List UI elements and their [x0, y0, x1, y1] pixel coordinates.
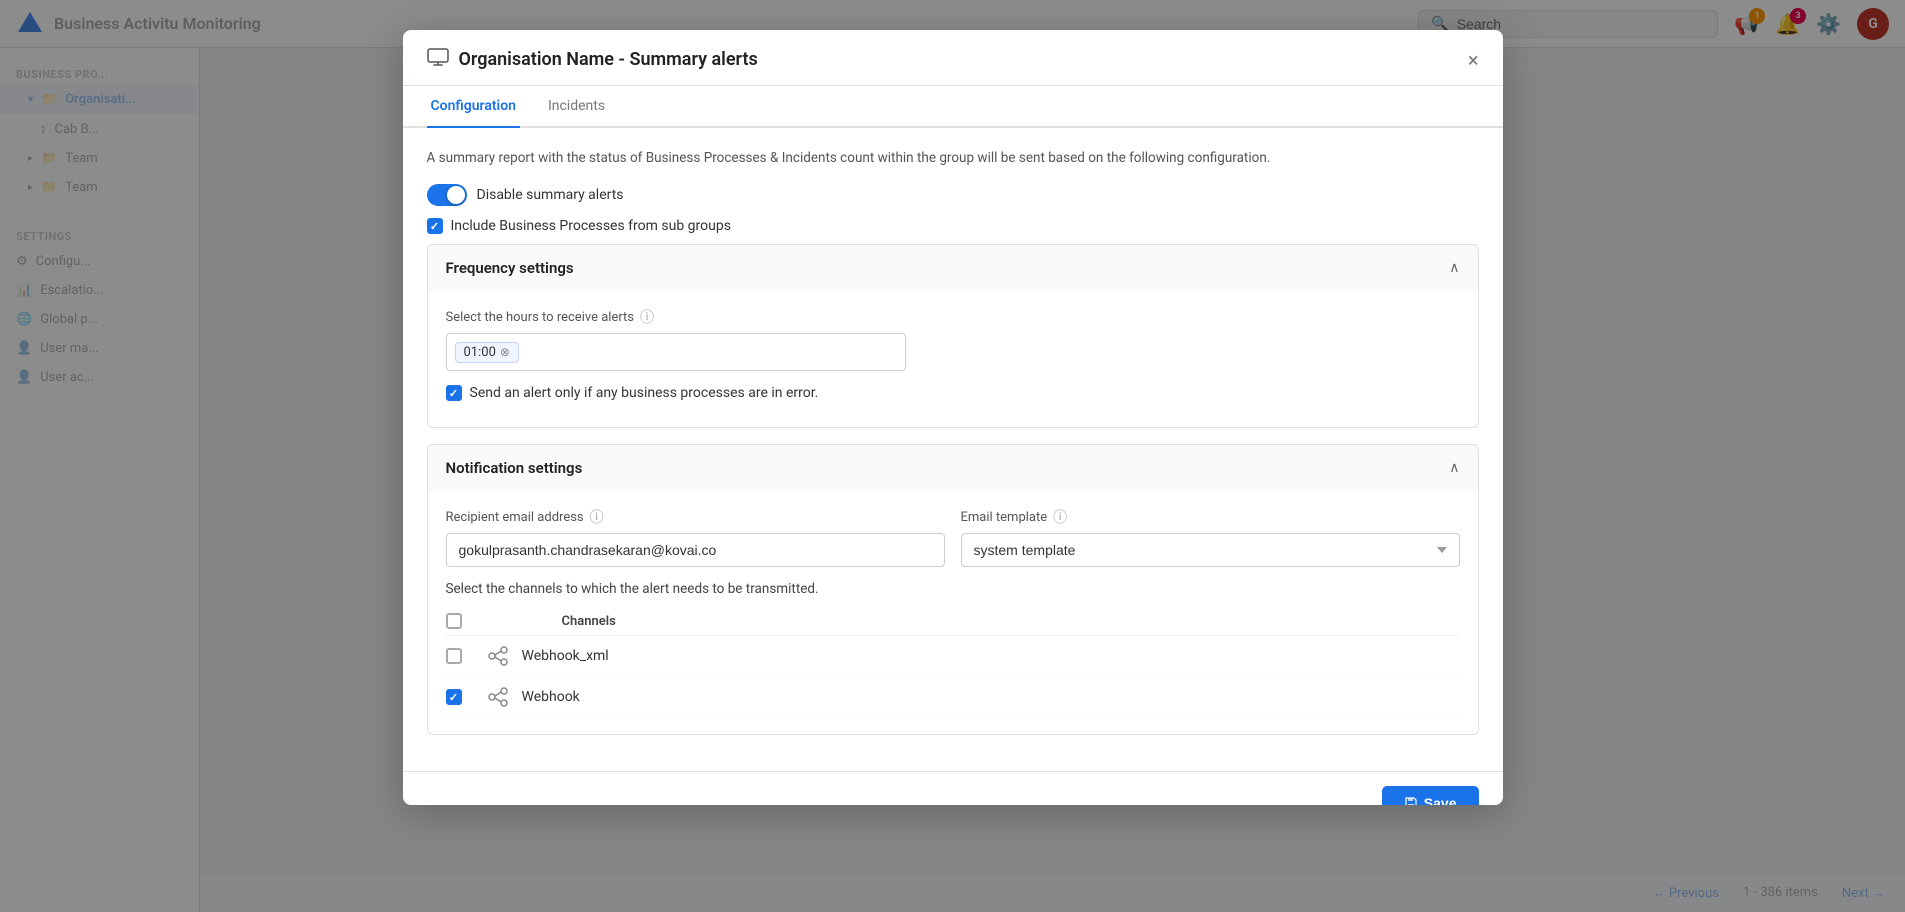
tag-remove-button[interactable]: ⊗	[500, 345, 510, 359]
webhook-xml-checkbox-cell	[446, 648, 486, 664]
recipient-email-input[interactable]	[446, 533, 945, 567]
notification-chevron-icon: ∧	[1449, 460, 1459, 476]
modal-footer: Save	[403, 771, 1503, 805]
webhook-xml-label: Webhook_xml	[522, 648, 1460, 664]
frequency-chevron-icon: ∧	[1449, 260, 1459, 276]
disable-alerts-label: Disable summary alerts	[477, 187, 624, 203]
modal-description: A summary report with the status of Busi…	[427, 148, 1479, 168]
include-subgroups-checkbox[interactable]: ✓	[427, 218, 443, 234]
notification-section-title: Notification settings	[446, 459, 583, 477]
frequency-section-title: Frequency settings	[446, 259, 574, 277]
include-subgroups-row: ✓ Include Business Processes from sub gr…	[427, 218, 1479, 234]
notification-section-header[interactable]: Notification settings ∧	[428, 445, 1478, 491]
modal-header: Organisation Name - Summary alerts ×	[403, 30, 1503, 86]
modal-close-button[interactable]: ×	[1468, 50, 1479, 70]
channels-header-row: Channels	[446, 607, 1460, 636]
channels-select-all-checkbox[interactable]	[446, 613, 462, 629]
checkmark-icon-3: ✓	[449, 691, 458, 704]
hours-tag-input[interactable]: 01:00 ⊗	[446, 333, 906, 371]
email-template-select[interactable]: system template	[961, 533, 1460, 567]
webhook-icon-cell	[486, 685, 522, 709]
notification-section: Notification settings ∧ Recipient email …	[427, 444, 1479, 735]
modal-save-button[interactable]: Save	[1382, 786, 1479, 805]
hours-tag: 01:00 ⊗	[455, 342, 519, 363]
template-info-icon[interactable]: ⓘ	[1053, 507, 1067, 527]
alert-only-error-label: Send an alert only if any business proce…	[470, 385, 819, 401]
recipient-form-group: Recipient email address ⓘ	[446, 507, 945, 567]
disable-alerts-row: Disable summary alerts	[427, 184, 1479, 206]
webhook-xml-icon	[486, 644, 510, 668]
checkmark-icon: ✓	[430, 220, 439, 233]
webhook-xml-icon-cell	[486, 644, 522, 668]
channels-header-checkbox-cell	[446, 613, 486, 629]
channel-row-webhook-xml: Webhook_xml	[446, 636, 1460, 677]
modal-body: A summary report with the status of Busi…	[403, 128, 1503, 771]
modal-title: Organisation Name - Summary alerts	[459, 49, 1458, 70]
hours-form-group: Select the hours to receive alerts ⓘ 01:…	[446, 307, 1460, 371]
modal-overlay: Organisation Name - Summary alerts × Con…	[0, 0, 1905, 912]
webhook-label: Webhook	[522, 689, 1460, 705]
disable-alerts-toggle[interactable]	[427, 184, 467, 206]
alert-only-error-checkbox[interactable]: ✓	[446, 385, 462, 401]
webhook-xml-checkbox[interactable]	[446, 648, 462, 664]
save-button-label: Save	[1424, 795, 1457, 805]
webhook-icon	[486, 685, 510, 709]
alert-only-error-row: ✓ Send an alert only if any business pro…	[446, 385, 1460, 401]
save-icon	[1404, 796, 1418, 805]
channels-description: Select the channels to which the alert n…	[446, 581, 1460, 597]
email-template-form-group: Email template ⓘ system template	[961, 507, 1460, 567]
email-template-label: Email template ⓘ	[961, 507, 1460, 527]
toggle-knob	[447, 186, 465, 204]
webhook-checkbox-cell: ✓	[446, 689, 486, 705]
frequency-section-body: Select the hours to receive alerts ⓘ 01:…	[428, 291, 1478, 427]
include-subgroups-label: Include Business Processes from sub grou…	[451, 218, 731, 234]
notification-section-body: Recipient email address ⓘ Email template…	[428, 491, 1478, 734]
frequency-section-header[interactable]: Frequency settings ∧	[428, 245, 1478, 291]
monitor-icon	[427, 48, 449, 71]
webhook-checkbox[interactable]: ✓	[446, 689, 462, 705]
hours-label: Select the hours to receive alerts ⓘ	[446, 307, 1460, 327]
channel-row-webhook: ✓ Webhook	[446, 677, 1460, 718]
checkmark-icon-2: ✓	[449, 387, 458, 400]
hours-info-icon[interactable]: ⓘ	[640, 307, 654, 327]
tab-configuration[interactable]: Configuration	[427, 86, 520, 128]
recipient-label: Recipient email address ⓘ	[446, 507, 945, 527]
channels-header-label: Channels	[486, 614, 1460, 629]
tab-incidents[interactable]: Incidents	[544, 86, 609, 128]
modal-tabs: Configuration Incidents	[403, 86, 1503, 128]
recipient-info-icon[interactable]: ⓘ	[590, 507, 604, 527]
summary-alerts-modal: Organisation Name - Summary alerts × Con…	[403, 30, 1503, 805]
notification-form-row: Recipient email address ⓘ Email template…	[446, 507, 1460, 567]
hours-tag-value: 01:00	[464, 345, 496, 360]
channels-table: Channels	[446, 607, 1460, 718]
frequency-section: Frequency settings ∧ Select the hours to…	[427, 244, 1479, 428]
